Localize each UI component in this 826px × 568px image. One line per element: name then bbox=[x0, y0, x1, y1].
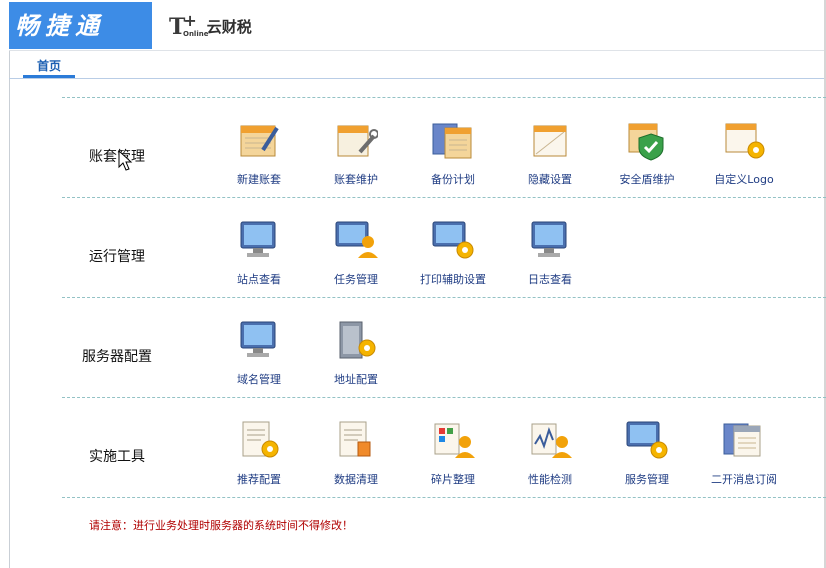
monitor-icon bbox=[531, 221, 567, 257]
item-label: 站点查看 bbox=[237, 273, 281, 286]
app-header: 畅捷通 T + Online 云财税 bbox=[9, 0, 824, 51]
section-title: 服务器配置 bbox=[82, 349, 152, 365]
item-log-view[interactable]: 日志查看 bbox=[502, 218, 598, 287]
logo-sub: Online bbox=[183, 30, 209, 38]
section-title: 运行管理 bbox=[89, 249, 145, 265]
item-label: 服务管理 bbox=[625, 473, 669, 486]
section-implementation-tools: 实施工具 推荐配置 数据清理 碎片整理 性能检测 服务管理 二开消息订阅 bbox=[62, 398, 826, 498]
monitor-gear-icon bbox=[626, 421, 668, 459]
chart-user-icon bbox=[531, 423, 572, 458]
tab-home[interactable]: 首页 bbox=[23, 57, 75, 78]
item-task-management[interactable]: 任务管理 bbox=[308, 218, 404, 287]
item-performance-check[interactable]: 性能检测 bbox=[502, 418, 598, 487]
mouse-pointer-icon bbox=[118, 150, 133, 171]
document-gear-icon bbox=[242, 421, 279, 458]
item-print-assist-settings[interactable]: 打印辅助设置 bbox=[405, 218, 501, 287]
ledger-shield-icon bbox=[628, 123, 664, 161]
tab-bar: 首页 bbox=[9, 51, 824, 79]
logo-product-name: 云财税 bbox=[206, 18, 252, 36]
item-service-management[interactable]: 服务管理 bbox=[599, 418, 695, 487]
item-domain-management[interactable]: 域名管理 bbox=[211, 318, 307, 387]
ledger-backup-icon bbox=[432, 123, 472, 159]
ledger-wrench-icon bbox=[337, 125, 378, 157]
notice-text: 请注意：进行业务处理时服务器的系统时间不得修改！ bbox=[89, 519, 353, 532]
item-label: 推荐配置 bbox=[237, 473, 281, 486]
item-address-config[interactable]: 地址配置 bbox=[308, 318, 404, 387]
section-runtime-management: 运行管理 站点查看 任务管理 打印辅助设置 日志查看 bbox=[62, 198, 826, 298]
item-defragment[interactable]: 碎片整理 bbox=[405, 418, 501, 487]
item-label: 地址配置 bbox=[334, 373, 378, 386]
item-dev-message-subscription[interactable]: 二开消息订阅 bbox=[696, 418, 792, 487]
monitor-icon bbox=[240, 221, 276, 257]
item-new-ledger[interactable]: 新建账套 bbox=[211, 118, 307, 187]
fragment-user-icon bbox=[434, 423, 475, 458]
ledger-hide-icon bbox=[533, 125, 567, 157]
product-logo: T + Online 云财税 bbox=[169, 11, 252, 38]
brand-title: 畅捷通 bbox=[9, 2, 152, 49]
monitor-user-icon bbox=[335, 221, 378, 258]
item-label: 性能检测 bbox=[528, 473, 572, 486]
item-custom-logo[interactable]: 自定义Logo bbox=[696, 118, 792, 187]
ledger-pen-icon bbox=[240, 125, 279, 157]
item-hide-settings[interactable]: 隐藏设置 bbox=[502, 118, 598, 187]
section-title: 实施工具 bbox=[89, 449, 145, 465]
item-label: 数据清理 bbox=[334, 473, 378, 486]
item-data-cleanup[interactable]: 数据清理 bbox=[308, 418, 404, 487]
server-gear-icon bbox=[339, 321, 376, 359]
item-label: 备份计划 bbox=[431, 173, 475, 186]
section-ledger-management: 账套管理 新建账套 账套维护 备份计划 隐藏设置 安全盾维护 自定义Logo bbox=[62, 98, 826, 198]
item-backup-plan[interactable]: 备份计划 bbox=[405, 118, 501, 187]
item-label: 打印辅助设置 bbox=[420, 273, 486, 286]
item-label: 新建账套 bbox=[237, 173, 281, 186]
item-label: 二开消息订阅 bbox=[711, 473, 777, 486]
section-server-config: 服务器配置 域名管理 地址配置 bbox=[62, 298, 826, 398]
item-site-view[interactable]: 站点查看 bbox=[211, 218, 307, 287]
document-edit-icon bbox=[339, 421, 371, 457]
item-label: 安全盾维护 bbox=[619, 173, 675, 186]
ledger-stack-icon bbox=[723, 423, 761, 457]
monitor-icon bbox=[240, 321, 276, 357]
frame-left-border bbox=[9, 0, 10, 568]
item-recommended-config[interactable]: 推荐配置 bbox=[211, 418, 307, 487]
item-ledger-maintenance[interactable]: 账套维护 bbox=[308, 118, 404, 187]
ledger-logo-gear-icon bbox=[725, 123, 765, 159]
item-label: 自定义Logo bbox=[714, 173, 774, 186]
monitor-gear-icon bbox=[432, 221, 474, 259]
item-label: 域名管理 bbox=[237, 373, 281, 386]
item-label: 日志查看 bbox=[528, 273, 572, 286]
item-security-shield[interactable]: 安全盾维护 bbox=[599, 118, 695, 187]
logo-plus: + bbox=[183, 11, 197, 30]
item-label: 账套维护 bbox=[334, 173, 378, 186]
section-title: 账套管理 bbox=[89, 149, 145, 165]
item-label: 任务管理 bbox=[334, 273, 378, 286]
item-label: 隐藏设置 bbox=[528, 173, 572, 186]
item-label: 碎片整理 bbox=[431, 473, 475, 486]
